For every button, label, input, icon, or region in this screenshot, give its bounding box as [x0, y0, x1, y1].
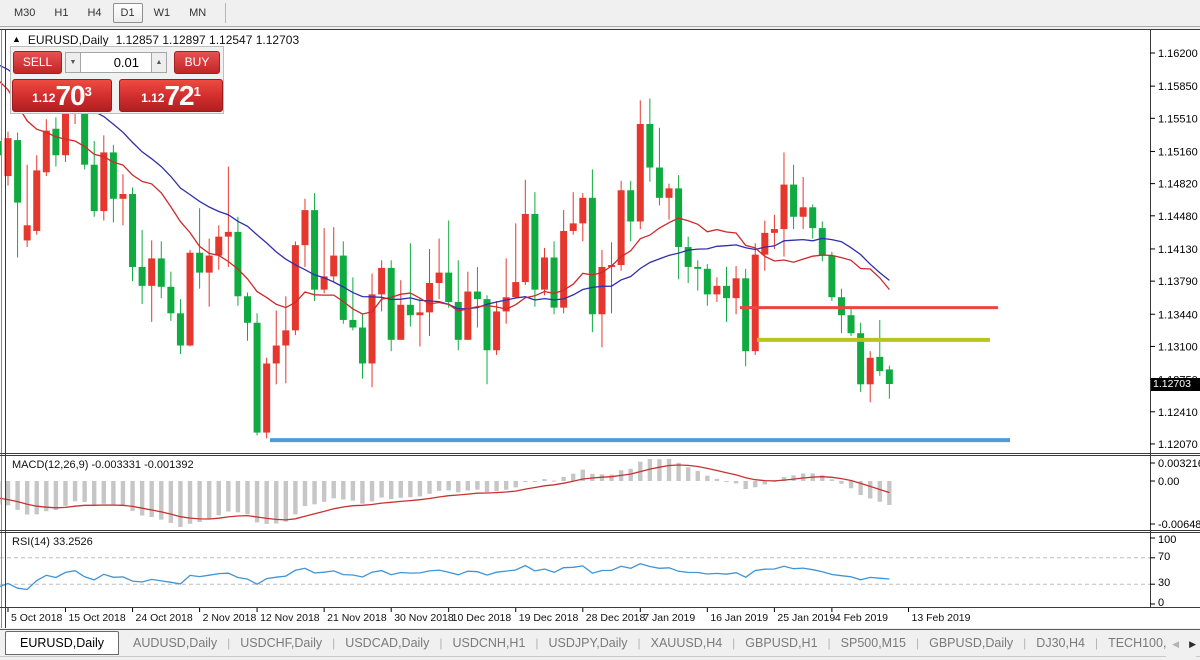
- date-axis-label: 10 Dec 2018: [452, 612, 512, 624]
- chart-symbol-label: EURUSD,Daily: [27, 33, 109, 47]
- volume-increase-button[interactable]: ▲: [151, 51, 167, 73]
- rsi-axis-label: 0: [1158, 597, 1164, 609]
- chart-tab-xauusd-h4[interactable]: XAUUSD,H4: [641, 632, 733, 654]
- rsi-indicator-label: RSI(14) 33.2526: [12, 536, 93, 548]
- timeframe-toolbar: M30 H1 H4 D1 W1 MN: [0, 0, 1200, 27]
- date-axis-label: 12 Nov 2018: [260, 612, 320, 624]
- date-axis-label: 19 Dec 2018: [519, 612, 579, 624]
- chart-tab-usdjpy-daily[interactable]: USDJPY,Daily: [539, 632, 638, 654]
- chart-tab-audusd-daily[interactable]: AUDUSD,Daily: [123, 632, 227, 654]
- rsi-axis-label: 30: [1158, 577, 1170, 589]
- one-click-trading-panel: SELL ▼ ▲ BUY 1.12 70 3 1.12 72 1: [10, 46, 224, 114]
- date-axis-label: 24 Oct 2018: [136, 612, 193, 624]
- sell-price-prefix: 1.12: [32, 91, 56, 105]
- price-axis-label: 1.15160: [1158, 146, 1198, 158]
- price-axis-label: 1.13100: [1158, 341, 1198, 353]
- buy-price-box[interactable]: 1.12 72 1: [119, 79, 223, 112]
- timeframe-button-m30[interactable]: M30: [6, 3, 43, 23]
- chart-tab-usdcad-daily[interactable]: USDCAD,Daily: [335, 632, 439, 654]
- timeframe-button-mn[interactable]: MN: [181, 3, 214, 23]
- date-axis-label: 5 Oct 2018: [11, 612, 63, 624]
- chart-tab-gbpusd-daily[interactable]: GBPUSD,Daily: [919, 632, 1023, 654]
- chart-tab-gbpusd-h1[interactable]: GBPUSD,H1: [735, 632, 827, 654]
- volume-input[interactable]: [81, 51, 151, 73]
- timeframe-button-h4[interactable]: H4: [79, 3, 109, 23]
- date-axis-label: 13 Feb 2019: [912, 612, 971, 624]
- rsi-axis-label: 70: [1158, 551, 1170, 563]
- sell-button[interactable]: SELL: [13, 50, 62, 74]
- timeframe-button-d1[interactable]: D1: [112, 3, 143, 23]
- date-axis-label: 7 Jan 2019: [643, 612, 695, 624]
- price-axis-label: 1.14820: [1158, 179, 1198, 191]
- price-axis-label: 1.12070: [1158, 439, 1198, 451]
- macd-axis-label: -0.006485: [1158, 519, 1200, 531]
- buy-price-main: 72: [164, 80, 194, 111]
- buy-button[interactable]: BUY: [174, 50, 220, 74]
- chart-tab-tech100-h1[interactable]: TECH100,H1: [1098, 632, 1170, 654]
- volume-decrease-button[interactable]: ▼: [65, 51, 81, 73]
- price-axis-label: 1.15850: [1158, 81, 1198, 93]
- price-axis-label: 1.13440: [1158, 309, 1198, 321]
- date-axis-label: 28 Dec 2018: [586, 612, 646, 624]
- chart-ohlc-values: 1.12857 1.12897 1.12547 1.12703: [115, 33, 300, 47]
- date-axis-label: 21 Nov 2018: [327, 612, 387, 624]
- price-axis-label: 1.14130: [1158, 244, 1198, 256]
- chart-cursor-icon: ▲: [12, 34, 21, 44]
- date-axis-label: 2 Nov 2018: [203, 612, 257, 624]
- timeframe-button-h1[interactable]: H1: [46, 3, 76, 23]
- date-axis-label: 15 Oct 2018: [68, 612, 125, 624]
- tab-scroll-right-icon[interactable]: ▶: [1189, 639, 1196, 650]
- sell-price-box[interactable]: 1.12 70 3: [12, 79, 112, 112]
- macd-axis-label: 0.00: [1158, 476, 1179, 488]
- current-price-tag: 1.12703: [1151, 378, 1200, 391]
- date-axis-label: 25 Jan 2019: [777, 612, 835, 624]
- price-axis-label: 1.16200: [1158, 48, 1198, 60]
- price-axis-label: 1.14480: [1158, 211, 1198, 223]
- buy-price-prefix: 1.12: [141, 91, 165, 105]
- price-axis-label: 1.12410: [1158, 407, 1198, 419]
- sell-price-pip: 3: [84, 84, 92, 99]
- chart-tab-usdchf-daily[interactable]: USDCHF,Daily: [230, 632, 332, 654]
- buy-price-pip: 1: [193, 84, 201, 99]
- chart-header: ▲ EURUSD,Daily 1.12857 1.12897 1.12547 1…: [12, 33, 299, 47]
- tab-scroll-left-icon[interactable]: ◀: [1172, 639, 1179, 650]
- chart-tab-bar: EURUSD,Daily AUDUSD,Daily | USDCHF,Daily | US…: [0, 629, 1200, 658]
- macd-axis-label: 0.003216: [1158, 458, 1200, 470]
- chart-tab-usdcnh-h1[interactable]: USDCNH,H1: [442, 632, 535, 654]
- chart-tab-dj30-h4[interactable]: DJ30,H4: [1026, 632, 1095, 654]
- date-axis-label: 4 Feb 2019: [835, 612, 888, 624]
- rsi-axis-label: 100: [1158, 534, 1176, 546]
- price-axis-label: 1.13790: [1158, 276, 1198, 288]
- price-axis-label: 1.15510: [1158, 113, 1198, 125]
- timeframe-button-w1[interactable]: W1: [146, 3, 179, 23]
- chart-tab-sp500-m15[interactable]: SP500,M15: [831, 632, 916, 654]
- chart-tab-eurusd-daily[interactable]: EURUSD,Daily: [5, 631, 120, 655]
- date-axis-label: 30 Nov 2018: [394, 612, 454, 624]
- toolbar-divider: [225, 3, 227, 23]
- macd-indicator-label: MACD(12,26,9) -0.003331 -0.001392: [12, 459, 194, 471]
- sell-price-main: 70: [55, 80, 85, 111]
- date-axis-label: 16 Jan 2019: [710, 612, 768, 624]
